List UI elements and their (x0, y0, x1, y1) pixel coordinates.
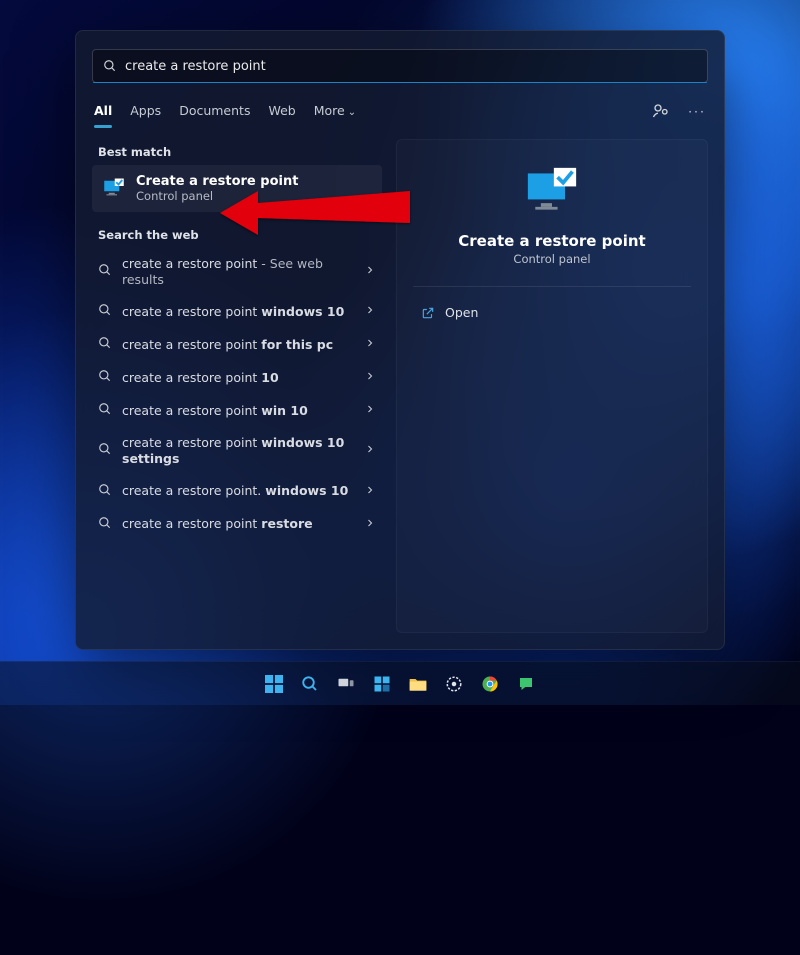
taskbar-settings[interactable] (440, 670, 468, 698)
detail-title: Create a restore point (397, 232, 707, 250)
action-open-label: Open (445, 305, 478, 320)
web-result[interactable]: create a restore point windows 10 settin… (92, 427, 382, 474)
best-match-result[interactable]: Create a restore point Control panel (92, 165, 382, 212)
tab-web[interactable]: Web (268, 103, 295, 120)
taskbar-taskview[interactable] (332, 670, 360, 698)
web-result[interactable]: create a restore point for this pc (92, 328, 382, 361)
chevron-right-icon (364, 304, 376, 319)
taskbar (0, 661, 800, 705)
separator (413, 286, 691, 287)
tab-more[interactable]: More⌄ (314, 103, 356, 120)
tab-more-label: More (314, 103, 345, 118)
detail-subtitle: Control panel (397, 252, 707, 266)
web-result[interactable]: create a restore point - See web results (92, 248, 382, 295)
web-result-text: create a restore point - See web results (122, 256, 354, 287)
start-search-panel: // placeholder fill happens below; keep … (75, 30, 725, 650)
tab-apps[interactable]: Apps (130, 103, 161, 120)
search-icon (98, 369, 112, 386)
web-result-text: create a restore point for this pc (122, 337, 354, 353)
web-result-text: create a restore point restore (122, 516, 354, 532)
chevron-right-icon (364, 264, 376, 279)
search-filter-tabs: All Apps Documents Web More⌄ ··· (92, 93, 708, 129)
best-match-title: Create a restore point (136, 174, 298, 189)
control-panel-icon-large (522, 166, 582, 218)
taskbar-search[interactable] (296, 670, 324, 698)
search-icon (98, 483, 112, 500)
taskbar-start[interactable] (260, 670, 288, 698)
chevron-down-icon: ⌄ (348, 107, 356, 118)
taskbar-chat[interactable] (512, 670, 540, 698)
search-icon (98, 442, 112, 459)
web-result-text: create a restore point 10 (122, 370, 354, 386)
tab-documents[interactable]: Documents (179, 103, 250, 120)
search-icon (98, 516, 112, 533)
chevron-right-icon (364, 370, 376, 385)
action-open[interactable]: Open (405, 295, 699, 330)
web-result-text: create a restore point windows 10 settin… (122, 435, 354, 466)
section-search-web: Search the web (98, 228, 382, 242)
chevron-right-icon (364, 337, 376, 352)
web-result[interactable]: create a restore point. windows 10 (92, 475, 382, 508)
taskbar-chrome[interactable] (476, 670, 504, 698)
tab-all[interactable]: All (94, 103, 112, 120)
chevron-right-icon (364, 517, 376, 532)
best-match-subtitle: Control panel (136, 189, 298, 203)
chevron-right-icon (364, 403, 376, 418)
search-bar[interactable]: // placeholder fill happens below; keep … (92, 49, 708, 83)
taskbar-explorer[interactable] (404, 670, 432, 698)
web-result[interactable]: create a restore point windows 10 (92, 295, 382, 328)
search-icon (98, 263, 112, 280)
search-input[interactable] (125, 59, 697, 74)
web-result[interactable]: create a restore point win 10 (92, 394, 382, 427)
search-icon (98, 303, 112, 320)
web-result[interactable]: create a restore point restore (92, 508, 382, 541)
search-icon (98, 402, 112, 419)
more-options-icon[interactable]: ··· (688, 104, 706, 119)
web-result-text: create a restore point windows 10 (122, 304, 354, 320)
web-result[interactable]: create a restore point 10 (92, 361, 382, 394)
web-result-text: create a restore point win 10 (122, 403, 354, 419)
chevron-right-icon (364, 443, 376, 458)
open-icon (421, 306, 435, 320)
web-results-list: create a restore point - See web results… (92, 248, 382, 541)
chevron-right-icon (364, 484, 376, 499)
search-icon (98, 336, 112, 353)
account-icon[interactable] (652, 102, 670, 120)
search-icon (103, 59, 117, 73)
taskbar-widgets[interactable] (368, 670, 396, 698)
web-result-text: create a restore point. windows 10 (122, 483, 354, 499)
control-panel-icon (102, 177, 126, 201)
section-best-match: Best match (98, 145, 382, 159)
result-detail-pane: Create a restore point Control panel Ope… (396, 139, 708, 633)
